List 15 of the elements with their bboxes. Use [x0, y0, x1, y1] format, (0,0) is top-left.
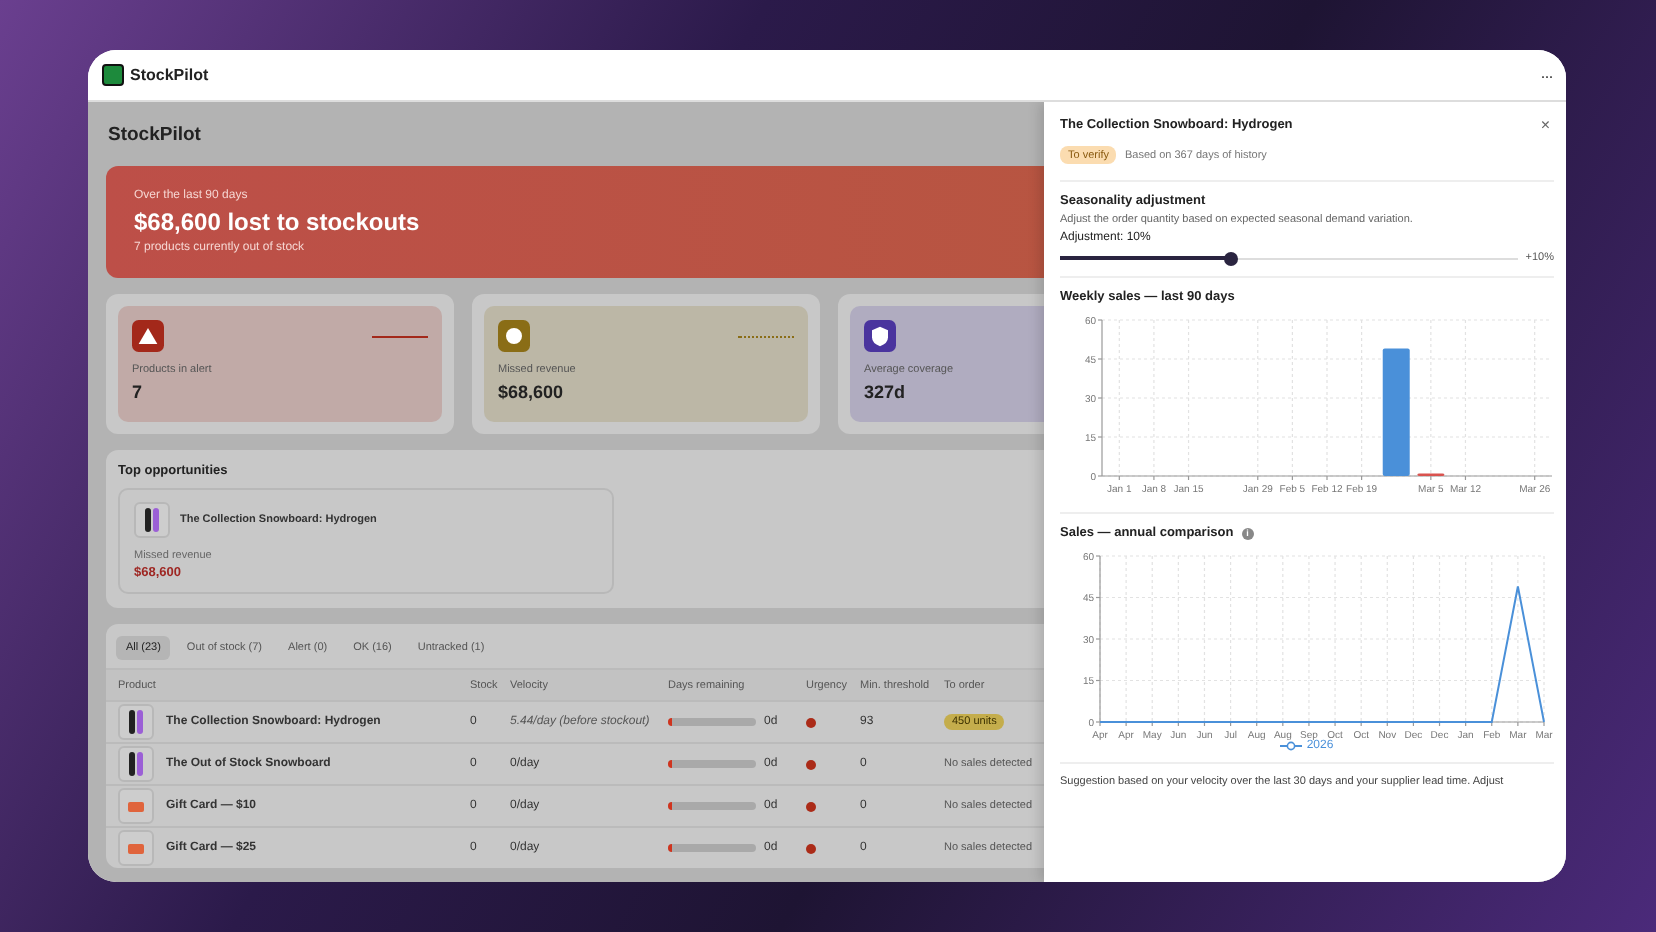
legend-marker-icon — [1280, 740, 1303, 752]
more-menu-button[interactable]: ··· — [1540, 65, 1552, 85]
window-title: StockPilot — [130, 66, 211, 84]
snowboard-thumbnail — [134, 502, 170, 538]
bar — [1382, 348, 1410, 476]
stat-value: 327d — [864, 382, 906, 402]
close-button[interactable]: × — [1536, 115, 1554, 133]
app-logo-icon — [102, 64, 124, 86]
trend-line — [738, 335, 794, 337]
banner-headline: $68,600 lost to stockouts — [134, 208, 420, 236]
stat-value: 7 — [132, 382, 143, 402]
slider-handle[interactable] — [1224, 251, 1239, 265]
trend-line — [372, 335, 428, 337]
page-title: StockPilot — [108, 124, 201, 146]
stat-value: $68,600 — [498, 382, 564, 402]
